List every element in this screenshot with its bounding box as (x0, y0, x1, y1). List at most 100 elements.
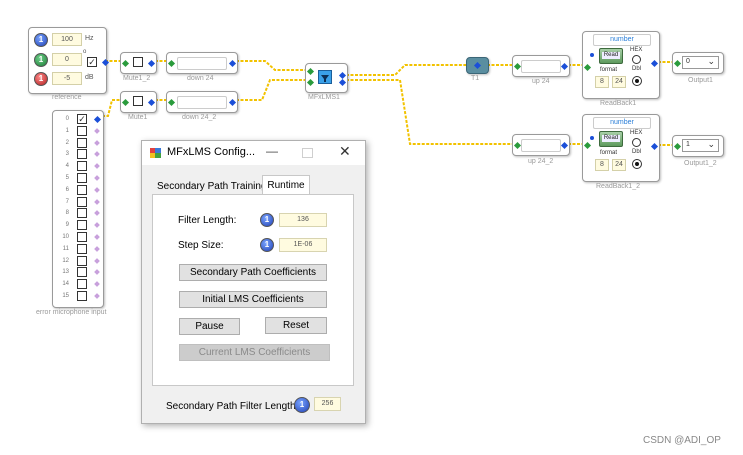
sp-filter-length-knob-icon[interactable]: 1 (294, 397, 310, 413)
mic-channel-checkbox[interactable] (77, 161, 87, 172)
output-block-1[interactable]: 0 ⌄ (672, 52, 724, 74)
mic-channel-checkbox[interactable] (77, 232, 87, 242)
mic-channel-output-pin (94, 151, 100, 158)
mute-checkbox-1[interactable] (133, 57, 143, 67)
mic-channel-output-pin (94, 257, 100, 264)
mic-channel-number: 5 (65, 175, 69, 181)
mic-channel-checkbox[interactable] (77, 267, 87, 278)
frequency-knob-icon[interactable]: 1 (34, 33, 48, 47)
minimize-icon[interactable]: — (266, 144, 278, 158)
mute1-output-pin (147, 59, 156, 68)
reference-block[interactable]: 1 100 Hz 1 0 o ✓ 1 -5 dB (28, 27, 110, 94)
phase-value[interactable]: 0 (52, 53, 82, 66)
readback2-read-button[interactable]: Read (599, 131, 623, 147)
up1-input-pin (513, 62, 522, 71)
readback2-format-b[interactable]: 24 (612, 159, 626, 171)
filter-length-knob-icon[interactable]: 1 (260, 213, 274, 227)
mic-channel-checkbox[interactable] (77, 137, 87, 148)
readback-block-2[interactable]: number Read HEX format Dbl 8 24 (582, 114, 660, 182)
mic-channel-checkbox[interactable] (77, 184, 87, 195)
mic-channel-checkbox[interactable] (77, 255, 87, 266)
up2-field (521, 139, 561, 152)
up1-field (521, 60, 561, 73)
output2-select[interactable]: 1 ⌄ (682, 139, 719, 152)
dialog-titlebar[interactable]: MFxLMS Config... — ✕ (142, 141, 365, 165)
sp-filter-length-value[interactable]: 256 (314, 397, 341, 411)
mute-block-1[interactable] (120, 52, 157, 74)
gain-value[interactable]: -5 (52, 72, 82, 85)
mic-channel-output-pin (94, 210, 100, 217)
initial-lms-coefficients-button[interactable]: Initial LMS Coefficients (179, 291, 327, 308)
phase-knob-icon[interactable]: 1 (34, 53, 48, 67)
up2-label: up 24_2 (528, 158, 554, 165)
up-block-1[interactable] (512, 55, 570, 77)
readback1-format-a[interactable]: 8 (595, 76, 609, 88)
mfxlms-block[interactable] (305, 63, 348, 93)
pause-button[interactable]: Pause (179, 318, 240, 335)
output-block-2[interactable]: 1 ⌄ (672, 135, 724, 157)
secondary-path-coefficients-button[interactable]: Secondary Path Coefficients (179, 264, 327, 281)
readback2-format-a[interactable]: 8 (595, 159, 609, 171)
down2-input-pin (167, 98, 176, 107)
readback1-hex-radio[interactable] (632, 55, 641, 64)
readback-block-1[interactable]: number Read HEX format Dbl 8 24 (582, 31, 660, 99)
reference-enable-checkbox[interactable]: ✓ (87, 57, 97, 67)
maximize-icon[interactable] (302, 148, 313, 158)
error-mic-label: error microphone input (36, 309, 107, 316)
mic-channel-number: 9 (65, 222, 69, 229)
tab-runtime[interactable]: Runtime (262, 175, 310, 196)
output1-select[interactable]: 0 ⌄ (682, 56, 719, 69)
mic-channel-output-pin (94, 127, 100, 134)
t1-label: T1 (471, 75, 480, 82)
readback2-dbl-radio[interactable] (632, 159, 642, 169)
mic-channel-number: 2 (65, 139, 69, 146)
t1-block[interactable] (466, 57, 489, 74)
mic-channel-number: 14 (62, 281, 69, 288)
reset-button[interactable]: Reset (265, 317, 327, 334)
mic-channel-checkbox[interactable] (77, 291, 87, 301)
mic-channel-checkbox[interactable] (77, 279, 87, 290)
down-block-2[interactable] (166, 91, 238, 113)
frequency-value[interactable]: 100 (52, 33, 82, 46)
mic-channel-number: 15 (62, 293, 69, 299)
chevron-down-icon: ⌄ (707, 139, 715, 149)
mic-channel-output-pin (94, 269, 100, 276)
mute-block-2[interactable] (120, 91, 157, 113)
readback2-hex-label: HEX (630, 130, 643, 136)
readback1-dbl-radio[interactable] (632, 76, 642, 86)
mfxlms-config-dialog[interactable]: MFxLMS Config... — ✕ Secondary Path Trai… (141, 140, 366, 424)
mic-channel-number: 12 (62, 257, 69, 264)
mic-channel-checkbox[interactable] (77, 196, 87, 207)
up1-output-pin (560, 62, 569, 71)
readback1-hex-label: HEX (630, 47, 643, 53)
mic-channel-checkbox[interactable] (77, 149, 87, 160)
down-block-1[interactable] (166, 52, 238, 74)
gain-unit: dB (85, 74, 94, 81)
readback2-hex-radio[interactable] (632, 138, 641, 147)
error-mic-block[interactable]: 0 ✓ 1 2 3 4 5 6 7 8 9 10 11 12 13 14 15 (52, 110, 104, 308)
mfxlms-input-pin-1 (306, 67, 315, 76)
step-size-knob-icon[interactable]: 1 (260, 238, 274, 252)
filter-length-value[interactable]: 136 (279, 213, 327, 227)
mute-checkbox-2[interactable] (133, 96, 143, 106)
output1-input-pin (673, 59, 682, 68)
up-block-2[interactable] (512, 134, 570, 156)
close-icon[interactable]: ✕ (339, 143, 351, 160)
mic-channel-checkbox[interactable] (77, 208, 87, 219)
readback1-read-button[interactable]: Read (599, 48, 623, 64)
readback1-format-b[interactable]: 24 (612, 76, 626, 88)
mic-channel-output-pin (93, 115, 102, 124)
mic-channel-checkbox[interactable] (77, 243, 87, 254)
readback2-label: ReadBack1_2 (596, 183, 640, 190)
gain-knob-icon[interactable]: 1 (34, 72, 48, 86)
mic-channel-checkbox[interactable] (77, 220, 87, 231)
mic-channel-checkbox[interactable] (77, 125, 87, 136)
t1-pin (473, 61, 482, 70)
chevron-down-icon: ⌄ (707, 56, 715, 66)
mic-channel-checkbox[interactable]: ✓ (77, 114, 87, 124)
readback2-status-dot (590, 136, 594, 140)
mic-channel-checkbox[interactable] (77, 173, 87, 183)
readback1-label: ReadBack1 (600, 100, 637, 107)
tab-secondary-path-training[interactable]: Secondary Path Training (154, 179, 270, 195)
step-size-value[interactable]: 1E-06 (279, 238, 327, 252)
